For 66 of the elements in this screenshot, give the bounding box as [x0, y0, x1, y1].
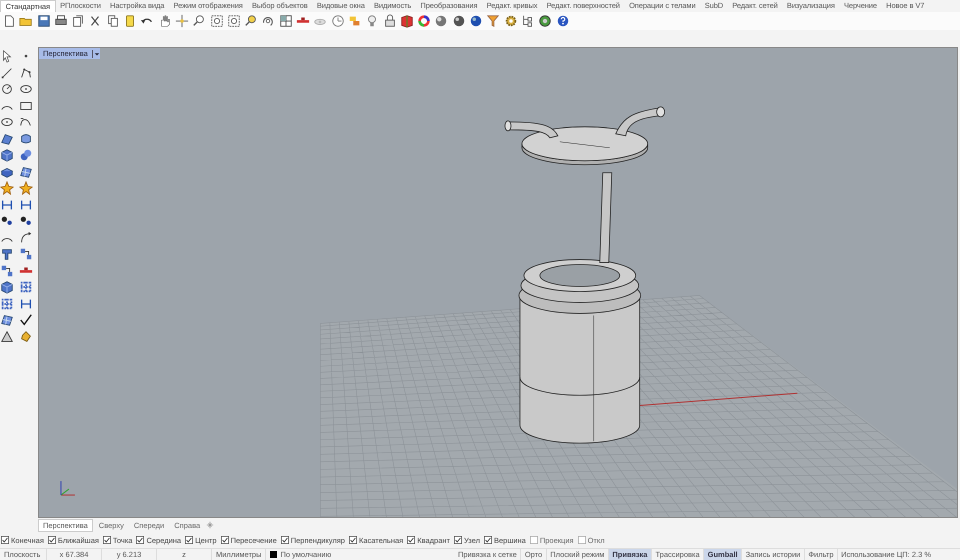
- lock-icon[interactable]: [382, 14, 397, 28]
- box-icon[interactable]: [0, 148, 14, 162]
- checkbox[interactable]: [185, 536, 194, 544]
- star-icon[interactable]: [0, 181, 14, 195]
- line-icon[interactable]: [0, 66, 14, 80]
- move-icon[interactable]: [174, 14, 189, 28]
- checkbox[interactable]: [102, 536, 111, 544]
- color-wheel-icon[interactable]: [417, 14, 432, 28]
- checkbox[interactable]: [407, 536, 416, 544]
- checkbox[interactable]: [484, 536, 492, 544]
- checkbox[interactable]: [220, 536, 229, 544]
- box-icon[interactable]: [0, 280, 14, 294]
- page-icon[interactable]: [71, 14, 86, 28]
- dimension-icon[interactable]: [19, 296, 33, 310]
- curve-arrow-icon[interactable]: [19, 230, 33, 244]
- star-icon[interactable]: [19, 181, 33, 195]
- checkbox[interactable]: [578, 536, 586, 544]
- help-icon[interactable]: [556, 14, 570, 28]
- checkbox[interactable]: [280, 536, 289, 544]
- nodes-icon[interactable]: [0, 264, 14, 278]
- viewport-layout-icon[interactable]: [278, 14, 293, 28]
- axis-icon: [60, 480, 76, 496]
- surface-icon[interactable]: [19, 132, 33, 146]
- grid-icon[interactable]: [19, 280, 33, 294]
- save-icon[interactable]: [36, 14, 51, 28]
- funnel-icon[interactable]: [486, 14, 500, 28]
- dots-icon[interactable]: [19, 214, 33, 228]
- rotate-icon[interactable]: [261, 14, 276, 28]
- sphere-icon[interactable]: [452, 14, 466, 28]
- checkbox[interactable]: [454, 536, 462, 544]
- ellipse-icon[interactable]: [19, 82, 33, 96]
- mesh-icon[interactable]: [19, 164, 33, 178]
- zoom-window-icon[interactable]: [210, 14, 224, 28]
- sphere-icon[interactable]: [434, 14, 448, 28]
- printer-icon[interactable]: [54, 14, 68, 28]
- zoom-icon[interactable]: [244, 14, 258, 28]
- dimension-icon[interactable]: [19, 198, 33, 212]
- gear-icon[interactable]: [504, 14, 518, 28]
- pipe-icon[interactable]: [0, 247, 14, 261]
- layers-icon[interactable]: [348, 14, 362, 28]
- dots-icon[interactable]: [0, 214, 14, 228]
- checkbox[interactable]: [1, 536, 9, 544]
- check-icon[interactable]: [19, 313, 33, 327]
- polyline-icon[interactable]: [19, 66, 33, 80]
- checkbox[interactable]: [348, 536, 357, 544]
- zoom-icon[interactable]: [192, 14, 206, 28]
- spheres-icon[interactable]: [19, 148, 33, 162]
- checkbox[interactable]: [48, 536, 56, 544]
- hierarchy-icon[interactable]: [520, 14, 535, 28]
- dimension-icon[interactable]: [0, 198, 14, 212]
- checkbox[interactable]: [136, 536, 144, 544]
- document-icon[interactable]: [2, 14, 16, 28]
- cursor-icon[interactable]: [0, 49, 14, 63]
- circle-icon[interactable]: [0, 82, 14, 96]
- mesh-icon[interactable]: [0, 313, 14, 327]
- checkbox[interactable]: [530, 536, 538, 544]
- add-tab-icon[interactable]: [206, 521, 214, 529]
- caret-icon[interactable]: [92, 50, 100, 58]
- zoom-extents-icon[interactable]: [226, 14, 241, 28]
- nodes-icon[interactable]: [19, 247, 33, 261]
- shaded-sphere-icon[interactable]: [469, 14, 484, 28]
- clock-icon[interactable]: [330, 14, 345, 28]
- surface-icon[interactable]: [0, 132, 14, 146]
- grid-icon[interactable]: [0, 296, 14, 310]
- copy-icon[interactable]: [106, 14, 120, 28]
- ellipse-icon[interactable]: [0, 115, 14, 129]
